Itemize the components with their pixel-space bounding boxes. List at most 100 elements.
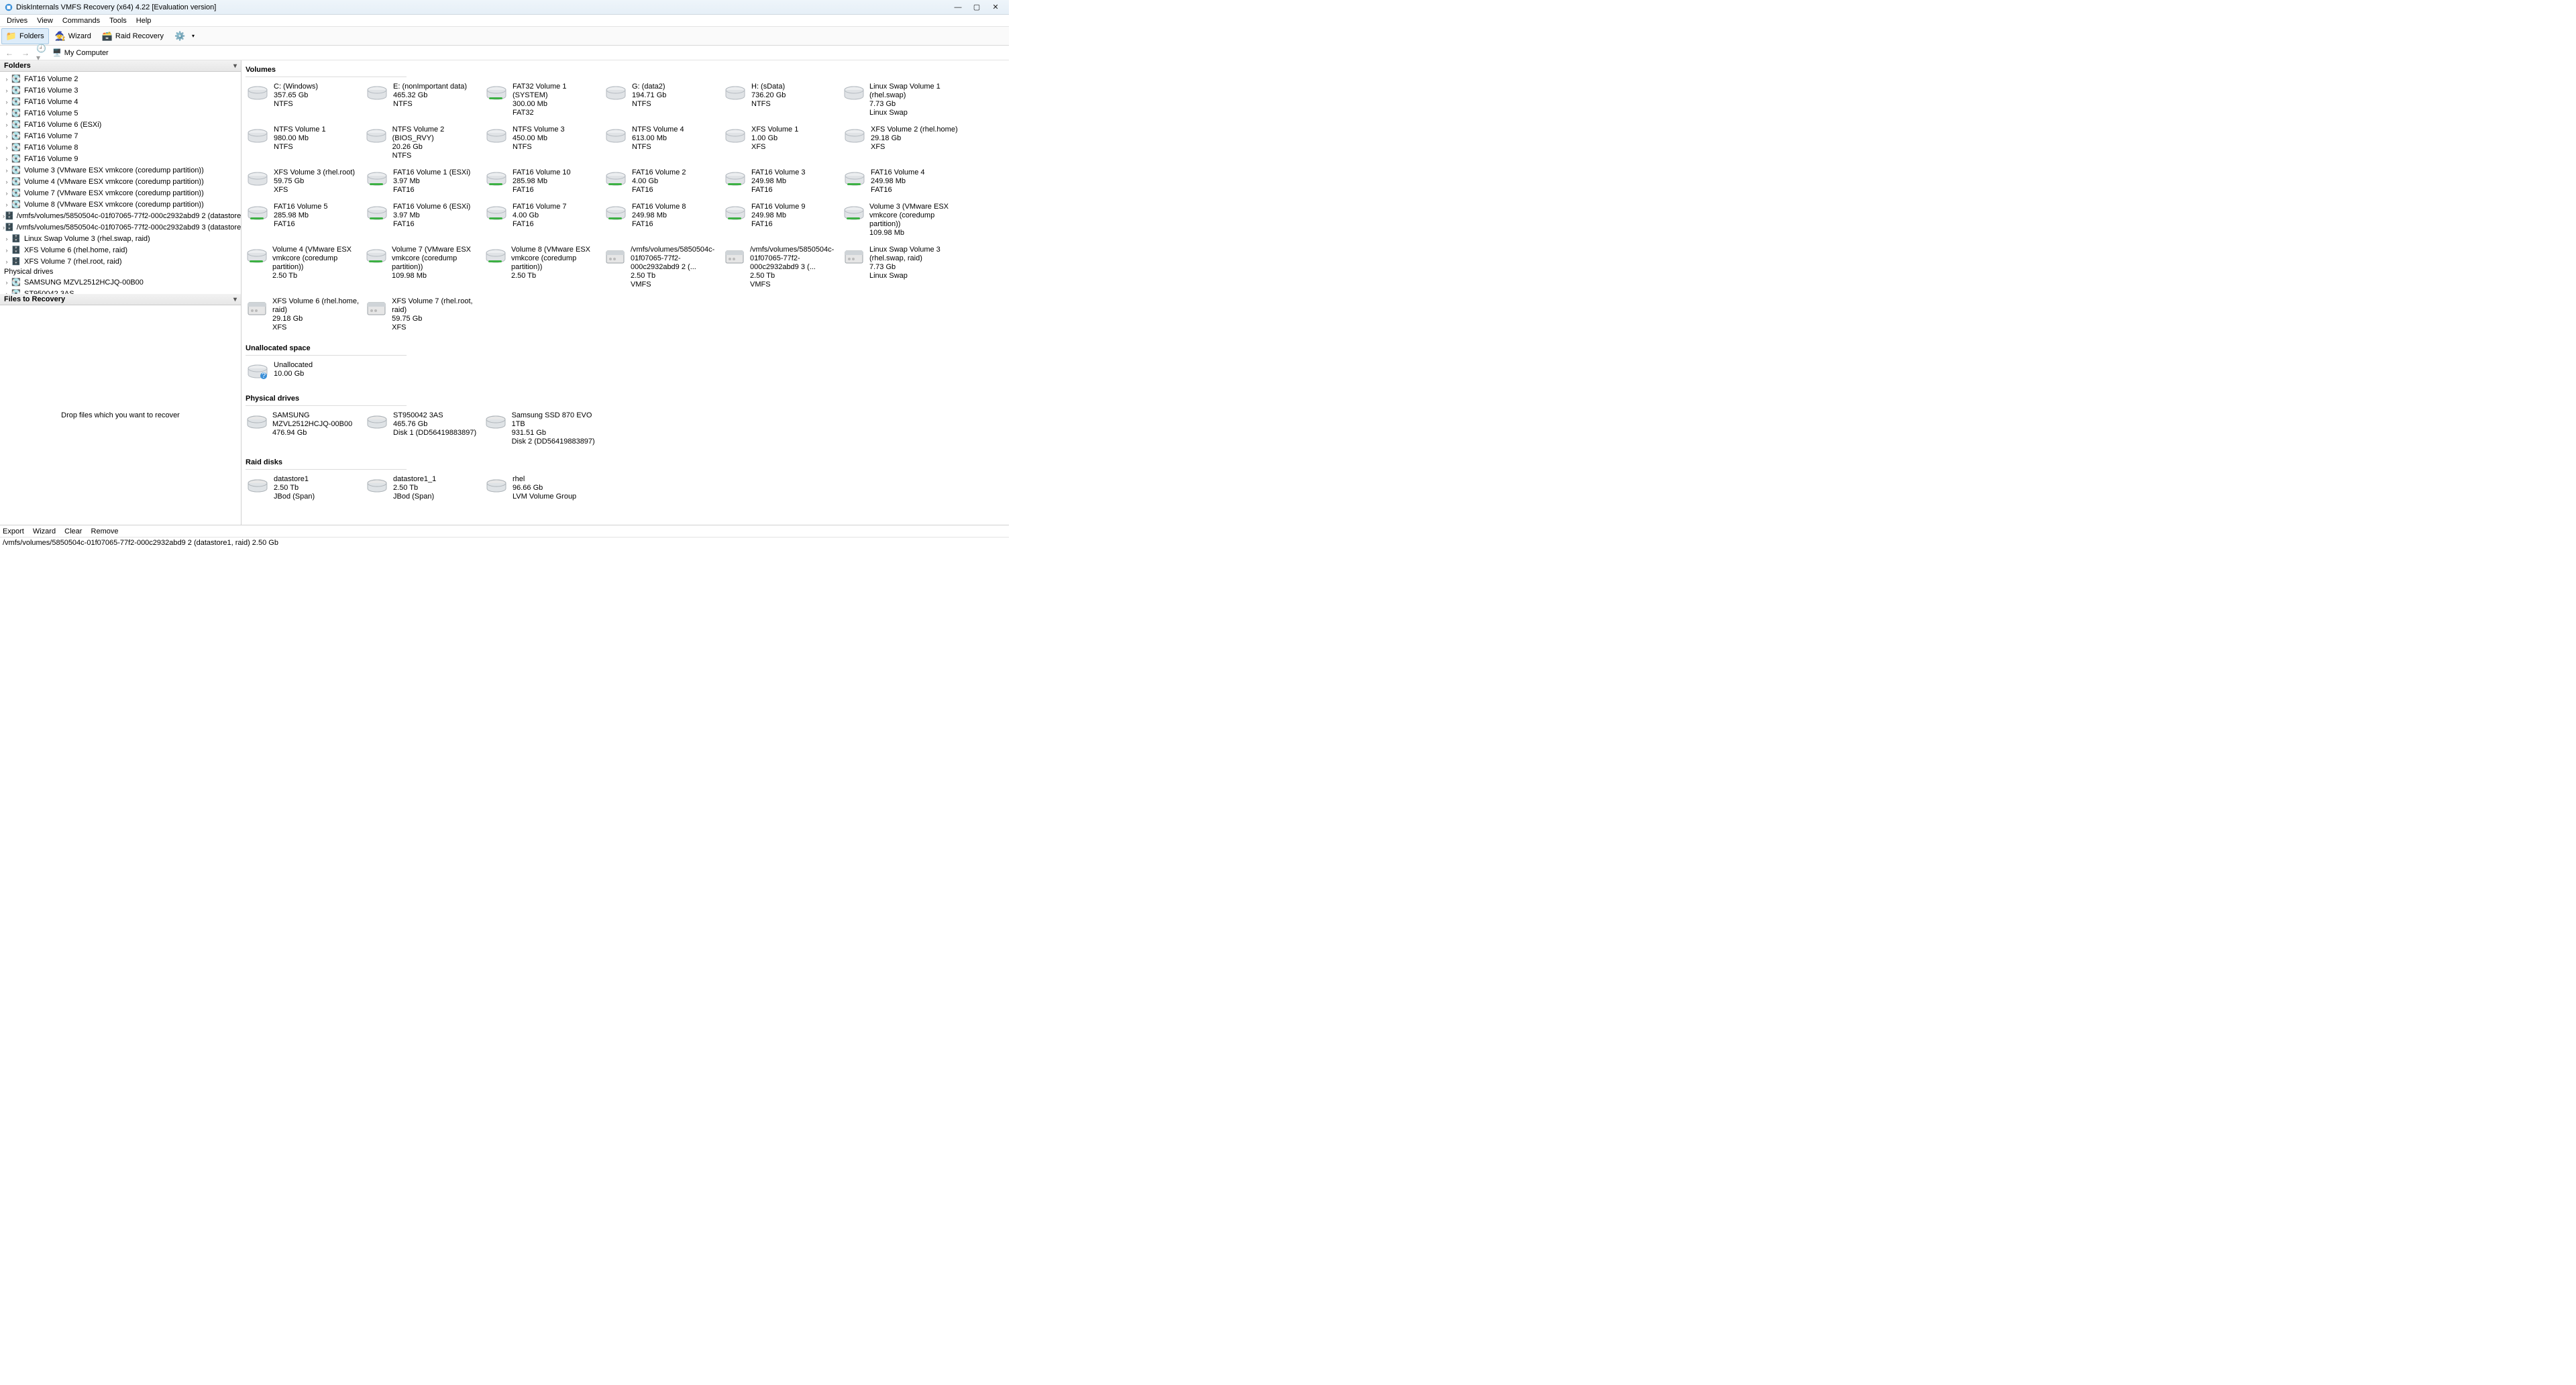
volume-item[interactable]: SAMSUNG MZVL2512HCJQ-00B00476.94 Gb [246,411,365,446]
volume-item[interactable]: XFS Volume 6 (rhel.home, raid)29.18 GbXF… [246,297,365,332]
volume-item[interactable]: Samsung SSD 870 EVO 1TB931.51 GbDisk 2 (… [484,411,604,446]
maximize-button[interactable]: ▢ [967,1,986,13]
tree-item[interactable]: ›💽FAT16 Volume 5 [0,107,241,119]
expand-icon[interactable]: › [3,247,11,254]
tree-item[interactable]: ›💽Volume 3 (VMware ESX vmkcore (coredump… [0,164,241,176]
tree-item[interactable]: ›🗄️XFS Volume 7 (rhel.root, raid) [0,256,241,267]
tree-item[interactable]: ›💽ST950042 3AS [0,288,241,294]
volume-item[interactable]: FAT16 Volume 9249.98 MbFAT16 [723,203,843,238]
volume-item[interactable]: FAT32 Volume 1 (SYSTEM)300.00 MbFAT32 [484,83,604,117]
tree-item[interactable]: ›💽Volume 8 (VMware ESX vmkcore (coredump… [0,199,241,210]
panel-dropdown-icon[interactable]: ▾ [233,62,237,70]
expand-icon[interactable]: › [3,87,11,94]
volume-item[interactable]: FAT16 Volume 74.00 GbFAT16 [484,203,604,238]
tree-item[interactable]: ›🗄️XFS Volume 6 (rhel.home, raid) [0,244,241,256]
tree-item[interactable]: ›🗄️/vmfs/volumes/5850504c-01f07065-77f2-… [0,210,241,221]
tree-item[interactable]: ›🗄️/vmfs/volumes/5850504c-01f07065-77f2-… [0,221,241,233]
expand-icon[interactable]: › [3,99,11,105]
tree-item[interactable]: ›💽FAT16 Volume 6 (ESXi) [0,119,241,130]
menu-view[interactable]: View [33,16,57,25]
volume-item[interactable]: XFS Volume 3 (rhel.root)59.75 GbXFS [246,168,365,195]
volume-item[interactable]: Linux Swap Volume 1 (rhel.swap)7.73 GbLi… [843,83,962,117]
volume-item[interactable]: C: (Windows)357.65 GbNTFS [246,83,365,117]
volume-item[interactable]: FAT16 Volume 5285.98 MbFAT16 [246,203,365,238]
volume-item[interactable]: Volume 3 (VMware ESX vmkcore (coredump p… [843,203,962,238]
expand-icon[interactable]: › [3,133,11,140]
tree-item[interactable]: ›💽Volume 4 (VMware ESX vmkcore (coredump… [0,176,241,187]
expand-icon[interactable]: › [3,258,11,265]
volume-item[interactable]: XFS Volume 11.00 GbXFS [723,125,843,160]
volume-item[interactable]: FAT16 Volume 3249.98 MbFAT16 [723,168,843,195]
remove-button[interactable]: Remove [91,527,119,535]
wizard-button[interactable]: 🧙 Wizard [50,28,96,44]
menu-help[interactable]: Help [132,16,156,25]
volume-item[interactable]: ?Unallocated10.00 Gb [246,361,365,382]
expand-icon[interactable]: › [3,178,11,185]
clear-button[interactable]: Clear [64,527,82,535]
history-button[interactable]: 🕘▾ [36,48,47,58]
wizard-link[interactable]: Wizard [33,527,56,535]
volume-item[interactable]: FAT16 Volume 6 (ESXi)3.97 MbFAT16 [365,203,484,238]
tree-item[interactable]: ›💽FAT16 Volume 2 [0,73,241,85]
expand-icon[interactable]: › [3,144,11,151]
volume-item[interactable]: FAT16 Volume 1 (ESXi)3.97 MbFAT16 [365,168,484,195]
volume-item[interactable]: NTFS Volume 2 (BIOS_RVY)20.26 GbNTFS [365,125,484,160]
volume-item[interactable]: Linux Swap Volume 3 (rhel.swap, raid)7.7… [843,246,962,289]
tree-item[interactable]: ›💽FAT16 Volume 7 [0,130,241,142]
back-button[interactable]: ← [4,48,15,58]
address-path[interactable]: 🖥️ My Computer [52,48,109,57]
volume-item[interactable]: G: (data2)194.71 GbNTFS [604,83,723,117]
volume-item[interactable]: FAT16 Volume 8249.98 MbFAT16 [604,203,723,238]
close-button[interactable]: ✕ [986,1,1005,13]
volume-item[interactable]: datastore12.50 TbJBod (Span) [246,475,365,501]
forward-button[interactable]: → [20,48,31,58]
menu-drives[interactable]: Drives [3,16,32,25]
volume-item[interactable]: Volume 4 (VMware ESX vmkcore (coredump p… [246,246,365,289]
export-button[interactable]: Export [3,527,24,535]
expand-icon[interactable]: › [3,76,11,83]
expand-icon[interactable]: › [3,236,11,242]
folder-tree[interactable]: ›💽FAT16 Volume 2›💽FAT16 Volume 3›💽FAT16 … [0,72,241,294]
expand-icon[interactable]: › [3,167,11,174]
volume-item[interactable]: H: (sData)736.20 GbNTFS [723,83,843,117]
volume-item[interactable]: Volume 8 (VMware ESX vmkcore (coredump p… [484,246,604,289]
tree-item[interactable]: ›💽FAT16 Volume 4 [0,96,241,107]
folders-button[interactable]: 📁 Folders [1,28,49,44]
volume-item[interactable]: FAT16 Volume 24.00 GbFAT16 [604,168,723,195]
tree-item[interactable]: ›💽FAT16 Volume 8 [0,142,241,153]
files-to-recovery-header[interactable]: Files to Recovery ▾ [0,294,241,305]
volume-item[interactable]: /vmfs/volumes/5850504c-01f07065-77f2-000… [604,246,723,289]
volume-item[interactable]: ST950042 3AS465.76 GbDisk 1 (DD564198838… [365,411,484,446]
expand-icon[interactable]: › [3,201,11,208]
expand-icon[interactable]: › [3,156,11,162]
raid-recovery-button[interactable]: 🗃️ Raid Recovery [97,28,168,44]
minimize-button[interactable]: — [949,1,967,13]
folders-panel-header[interactable]: Folders ▾ [0,60,241,72]
expand-icon[interactable]: › [3,121,11,128]
volume-item[interactable]: NTFS Volume 4613.00 MbNTFS [604,125,723,160]
volume-item[interactable]: datastore1_12.50 TbJBod (Span) [365,475,484,501]
drop-zone[interactable]: Drop files which you want to recover [0,305,241,525]
tree-item[interactable]: ›💽FAT16 Volume 9 [0,153,241,164]
expand-icon[interactable]: › [3,110,11,117]
tree-item[interactable]: ›💽FAT16 Volume 3 [0,85,241,96]
menu-tools[interactable]: Tools [105,16,131,25]
volume-item[interactable]: FAT16 Volume 10285.98 MbFAT16 [484,168,604,195]
extra-tool-button[interactable]: ⚙️ ▾ [170,28,203,44]
tree-item[interactable]: ›💽Volume 7 (VMware ESX vmkcore (coredump… [0,187,241,199]
volume-item[interactable]: E: (nonImportant data)465.32 GbNTFS [365,83,484,117]
volume-item[interactable]: rhel96.66 GbLVM Volume Group [484,475,604,501]
menu-commands[interactable]: Commands [58,16,104,25]
volume-item[interactable]: NTFS Volume 1980.00 MbNTFS [246,125,365,160]
volume-item[interactable]: NTFS Volume 3450.00 MbNTFS [484,125,604,160]
tree-item[interactable]: ›💽SAMSUNG MZVL2512HCJQ-00B00 [0,276,241,288]
volume-item[interactable]: /vmfs/volumes/5850504c-01f07065-77f2-000… [723,246,843,289]
volume-item[interactable]: FAT16 Volume 4249.98 MbFAT16 [843,168,962,195]
volume-item[interactable]: XFS Volume 2 (rhel.home)29.18 GbXFS [843,125,962,160]
main-content[interactable]: Volumes C: (Windows)357.65 GbNTFSE: (non… [241,60,1009,525]
volume-item[interactable]: Volume 7 (VMware ESX vmkcore (coredump p… [365,246,484,289]
panel-dropdown-icon[interactable]: ▾ [233,296,237,303]
expand-icon[interactable]: › [3,279,11,286]
volume-item[interactable]: XFS Volume 7 (rhel.root, raid)59.75 GbXF… [365,297,484,332]
tree-item[interactable]: ›🗄️Linux Swap Volume 3 (rhel.swap, raid) [0,233,241,244]
